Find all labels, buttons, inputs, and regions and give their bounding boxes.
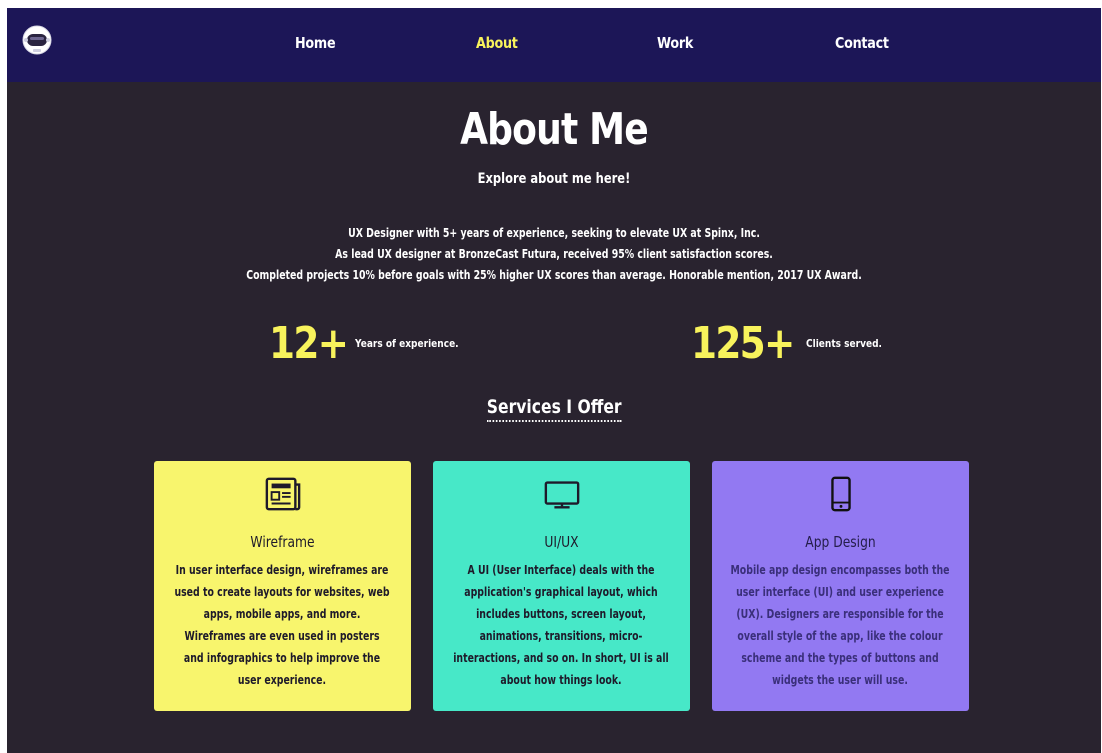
card-text-line: overall style of the app, like the colou… [737, 629, 943, 643]
card-text-line: scheme and the types of buttons and [741, 651, 939, 665]
bio-line: As lead UX designer at BronzeCast Futura… [335, 247, 773, 261]
bio-line: UX Designer with 5+ years of experience,… [348, 226, 760, 240]
page-title: About Me [460, 104, 649, 155]
card-title: App Design [805, 533, 876, 551]
service-card-uiux: UI/UX A UI (User Interface) deals with t… [433, 461, 690, 711]
card-text-line: (UX). Designers are responsible for the [736, 607, 944, 621]
card-text-line: used to create layouts for websites, web [174, 585, 390, 599]
bio-line: Completed projects 10% before goals with… [246, 268, 862, 282]
page: Home About Work Contact About Me Explore… [7, 8, 1101, 753]
card-text-line: and infographics to help improve the [183, 651, 381, 665]
services-heading-text: Services I Offer [486, 396, 622, 422]
card-text-line: includes buttons, screen layout, [476, 607, 646, 621]
card-text-line: interactions, and so on. In short, UI is… [453, 651, 669, 665]
stat-years-number: 12+ [269, 317, 349, 369]
card-text-line: user interface (UI) and user experience [736, 585, 944, 599]
stat-years-label: Years of experience. [355, 336, 459, 350]
card-description: Mobile app design encompasses both the u… [723, 559, 957, 691]
stat-clients: 125+ Clients served. [691, 317, 898, 369]
bio-paragraph: UX Designer with 5+ years of experience,… [127, 223, 980, 286]
card-text-line: user experience. [237, 673, 327, 687]
card-text-line: A UI (User Interface) deals with the [467, 563, 655, 577]
nav-work[interactable]: Work [657, 34, 693, 52]
card-text-line: In user interface design, wireframes are [175, 563, 389, 577]
stat-clients-number: 125+ [691, 317, 795, 369]
card-text-line: application's graphical layout, which [464, 585, 658, 599]
card-description: A UI (User Interface) deals with the app… [444, 559, 678, 691]
newspaper-icon [265, 477, 300, 511]
card-text-line: Mobile app design encompasses both the [730, 563, 950, 577]
navbar: Home About Work Contact [7, 8, 1101, 82]
card-title: UI/UX [544, 533, 579, 551]
card-text-line: Wireframes are even used in posters [184, 629, 380, 643]
stat-clients-label: Clients served. [805, 336, 882, 350]
card-title: Wireframe [250, 533, 315, 551]
card-text-line: widgets the user will use. [772, 673, 908, 687]
services-heading: Services I Offer [7, 396, 1101, 422]
stat-years: 12+ Years of experience. [269, 317, 481, 369]
page-subtitle: Explore about me here! [477, 171, 631, 187]
nav-contact[interactable]: Contact [835, 34, 889, 52]
nav-about[interactable]: About [476, 34, 518, 52]
card-text-line: apps, mobile apps, and more. [203, 607, 361, 621]
nav-home[interactable]: Home [295, 34, 336, 52]
card-text-line: about how things look. [500, 673, 622, 687]
monitor-icon [544, 481, 579, 509]
service-card-wireframe: Wireframe In user interface design, wire… [154, 461, 411, 711]
astronaut-helmet-icon[interactable] [21, 24, 53, 56]
smartphone-icon [830, 476, 851, 512]
service-card-app-design: App Design Mobile app design encompasses… [712, 461, 969, 711]
card-text-line: animations, transitions, micro- [479, 629, 643, 643]
card-description: In user interface design, wireframes are… [165, 559, 399, 691]
